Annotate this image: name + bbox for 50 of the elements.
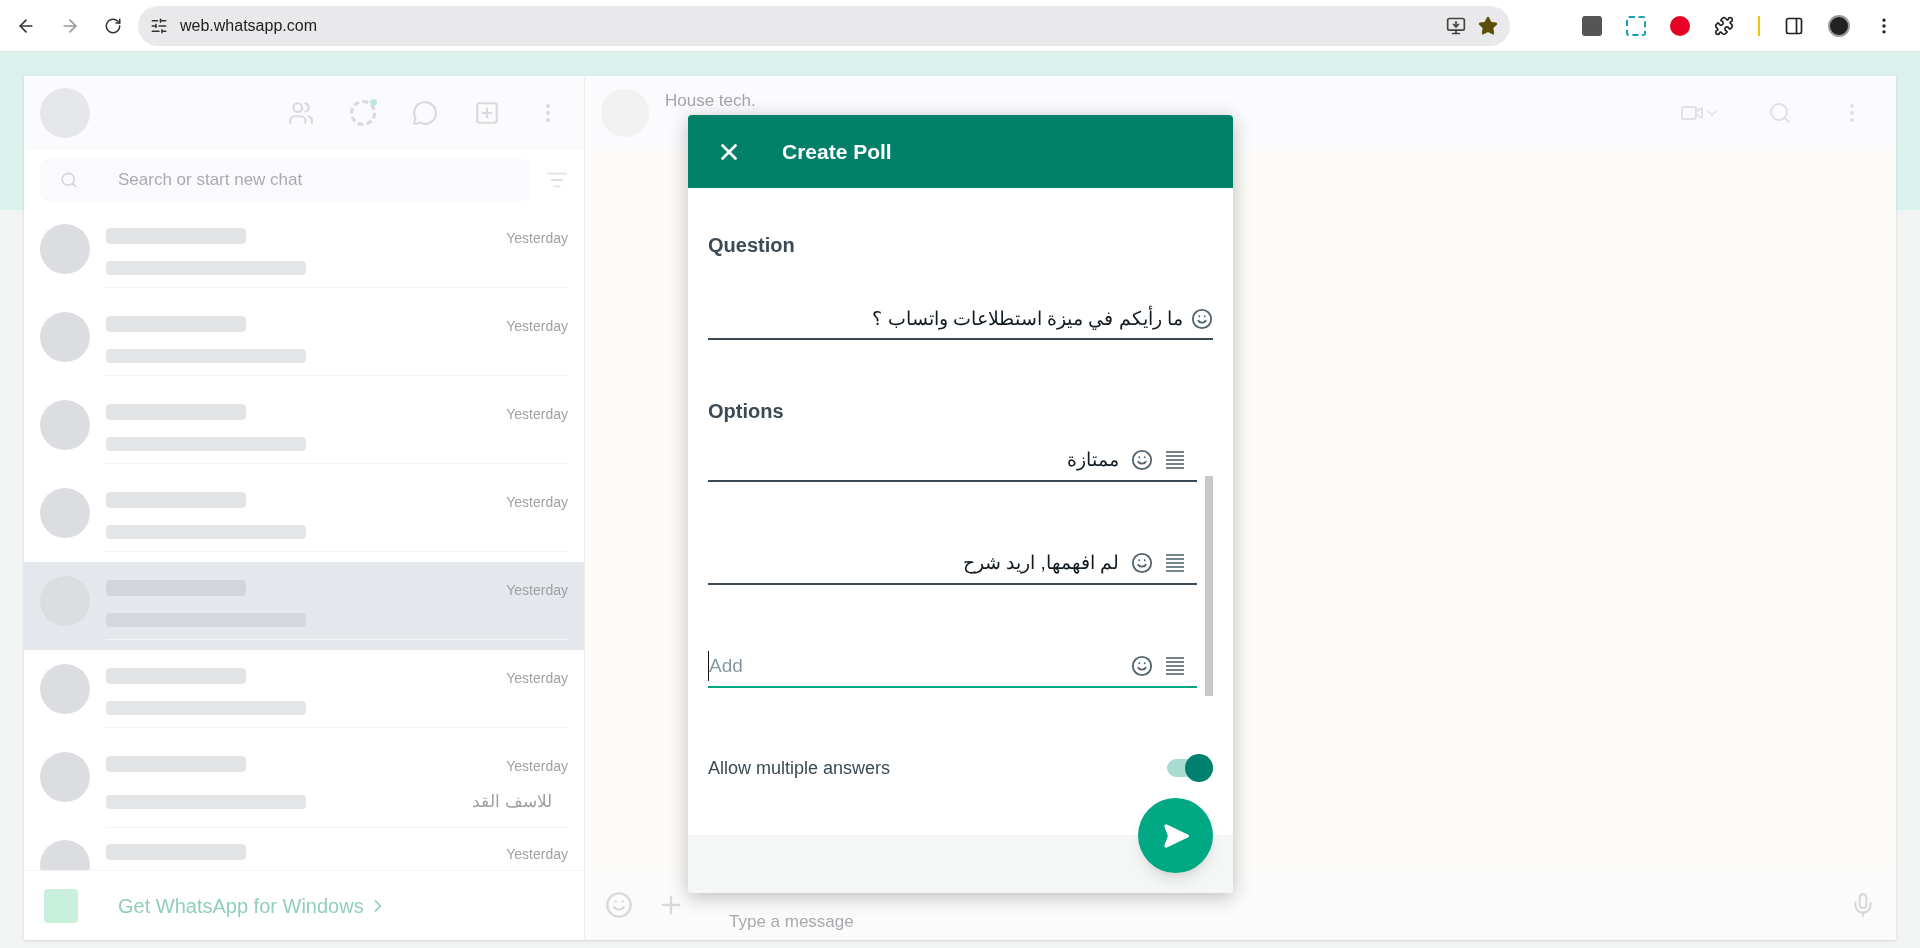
search-icon [60,171,78,189]
dialog-title: Create Poll [782,138,892,165]
chat-time: Yesterday [506,493,568,512]
chat-list-item[interactable]: Yesterday [24,562,584,650]
avatar-placeholder [40,400,90,450]
avatar-placeholder [40,664,90,714]
option-field[interactable]: ممتازة [708,440,1197,482]
chat-time: Yesterday [506,229,568,248]
emoji-icon[interactable] [1131,655,1153,677]
side-panel-icon[interactable] [1784,15,1804,36]
chat-time: Yesterday [506,405,568,424]
emoji-icon[interactable] [1131,449,1153,471]
question-field[interactable]: ما رأيكم في ميزة استطلاعات واتساب ؟ [708,300,1213,340]
download-app-link[interactable]: Get WhatsApp for Windows [118,890,364,921]
chat-time: Yesterday [506,581,568,600]
reload-icon[interactable] [104,16,122,35]
chat-time: Yesterday [506,845,568,864]
profile-avatar[interactable] [1828,14,1850,37]
site-settings-icon[interactable] [150,16,168,35]
extension-icon[interactable] [1670,15,1690,36]
url-text: web.whatsapp.com [180,15,318,36]
multiple-answers-label: Allow multiple answers [708,756,891,780]
toggle-switch[interactable] [1167,754,1213,782]
send-icon [1161,821,1190,850]
chat-time: Yesterday [506,317,568,336]
question-label: Question [708,233,796,258]
bookmark-star-icon[interactable] [1478,15,1498,36]
emoji-icon[interactable] [1131,552,1153,574]
extension-icon[interactable] [1626,15,1646,36]
chat-time: Yesterday [506,757,568,776]
search-placeholder: Search or start new chat [118,169,303,192]
search-field[interactable]: Search or start new chat [40,159,530,201]
emoji-icon[interactable] [1191,308,1213,330]
drag-handle-icon[interactable] [1165,657,1185,675]
chat-time: Yesterday [506,669,568,688]
drag-handle-icon[interactable] [1165,554,1185,572]
avatar-placeholder [40,488,90,538]
extensions-icon[interactable] [1714,15,1734,36]
drag-handle-icon[interactable] [1165,451,1185,469]
option-field[interactable]: لم افهمها, اريد شرح [708,543,1197,585]
avatar-placeholder [40,752,90,802]
address-bar[interactable]: web.whatsapp.com [138,5,1510,46]
install-app-icon[interactable] [1446,15,1466,36]
chat-title[interactable]: House tech. [665,88,756,114]
options-label: Options [708,399,785,424]
avatar-placeholder [40,224,90,274]
add-option-field[interactable]: Add [708,651,1119,681]
extension-icon[interactable] [1582,15,1602,36]
avatar-placeholder [40,312,90,362]
message-preview: للاسف القد [472,791,553,813]
